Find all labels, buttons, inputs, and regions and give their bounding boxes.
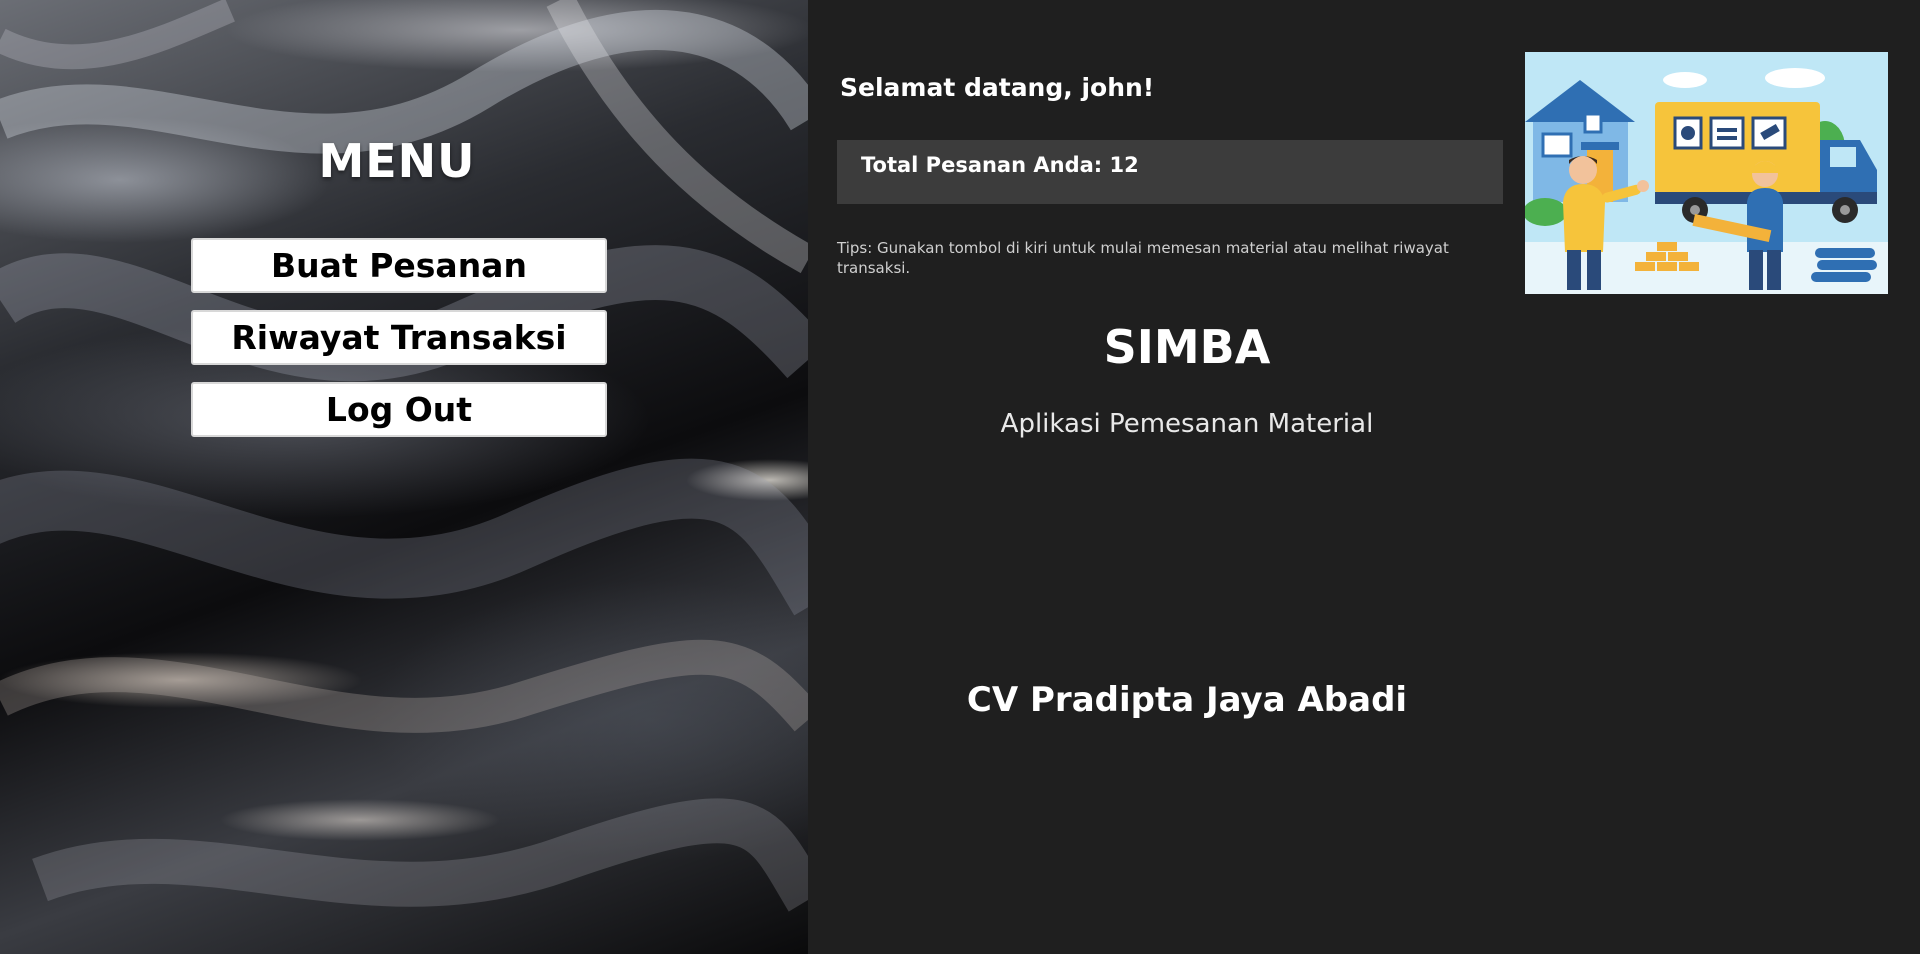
- log-out-button[interactable]: Log Out: [191, 382, 607, 437]
- welcome-message: Selamat datang, john!: [840, 73, 1155, 102]
- menu-title: MENU: [318, 134, 476, 188]
- app-window: MENU Buat Pesanan Riwayat Transaksi Log …: [0, 0, 1920, 954]
- riwayat-transaksi-button[interactable]: Riwayat Transaksi: [191, 310, 607, 365]
- buat-pesanan-button[interactable]: Buat Pesanan: [191, 238, 607, 293]
- company-name: CV Pradipta Jaya Abadi: [966, 680, 1408, 720]
- app-name: SIMBA: [1103, 320, 1271, 374]
- delivery-illustration: [1525, 52, 1888, 294]
- app-subtitle: Aplikasi Pemesanan Material: [1000, 409, 1374, 439]
- delivery-illustration-icon: [1525, 52, 1888, 294]
- tips-text: Tips: Gunakan tombol di kiri untuk mulai…: [837, 239, 1449, 277]
- dashboard-panel: Selamat datang, john! Total Pesanan Anda…: [808, 0, 1920, 954]
- menu-panel: MENU Buat Pesanan Riwayat Transaksi Log …: [0, 0, 808, 954]
- total-orders-box: Total Pesanan Anda: 12: [837, 140, 1503, 204]
